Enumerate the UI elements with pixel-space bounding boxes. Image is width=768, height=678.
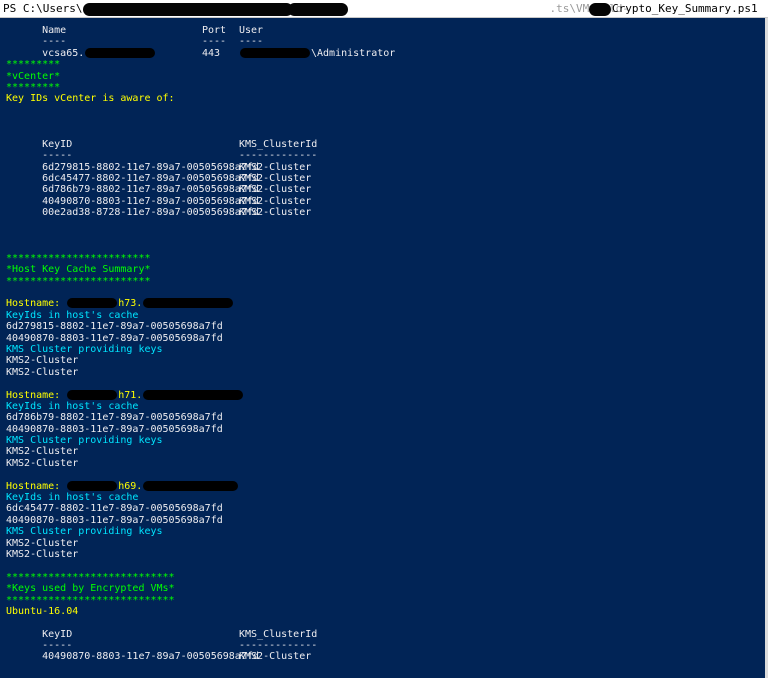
- table-row: 00e2ad38-8728-11e7-89a7-00505698a7fd KMS…: [6, 207, 768, 218]
- keyids-label: KeyIds in host's cache: [6, 400, 139, 412]
- host-cache-banner-top: ************************: [6, 252, 151, 264]
- redaction-mark: [85, 47, 156, 58]
- table-row: 6d786b79-8802-11e7-89a7-00505698a7fd KMS…: [6, 184, 768, 195]
- list-item: 40490870-8803-11e7-89a7-00505698a7fd: [6, 514, 223, 526]
- user-suffix: \Administrator: [311, 47, 396, 59]
- table-row: 40490870-8803-11e7-89a7-00505698a7fd KMS…: [6, 196, 768, 207]
- vcenter-banner-top: *********: [6, 59, 61, 71]
- encrypted-vms-banner-top: ****************************: [6, 571, 175, 583]
- underline: -----: [42, 150, 73, 162]
- col-header-keyid: KeyID: [42, 628, 73, 640]
- redaction-mark: [143, 298, 234, 309]
- vcenter-banner-bottom: *********: [6, 81, 61, 93]
- hostname-fragment: h73.: [118, 298, 143, 310]
- redaction-mark: [67, 298, 118, 309]
- cluster-id: KMS2-Cluster: [239, 207, 312, 219]
- cluster-id: KMS2-Cluster: [239, 161, 312, 173]
- keyids-label: KeyIds in host's cache: [6, 309, 139, 321]
- underline: ----: [42, 36, 67, 48]
- hostname-line: Hostname: h69.: [6, 480, 768, 492]
- list-item: 6d786b79-8802-11e7-89a7-00505698a7fd: [6, 412, 223, 424]
- vcenter-keys-header-row: KeyID KMS_ClusterId: [6, 139, 768, 150]
- encrypted-vms-banner-bottom: ****************************: [6, 594, 175, 606]
- vm-name: Ubuntu-16.04: [6, 605, 79, 617]
- redaction-mark: [83, 2, 294, 16]
- redaction-mark: [67, 480, 118, 491]
- table-row: 6dc45477-8802-11e7-89a7-00505698a7fd KMS…: [6, 173, 768, 184]
- keyids-label: KeyIds in host's cache: [6, 492, 139, 504]
- underline: ----: [202, 36, 227, 48]
- connection-row: vcsa65. 443 \Administrator: [6, 47, 768, 59]
- server-name: vcsa65.: [42, 47, 156, 59]
- list-item: KMS2-Cluster: [6, 355, 79, 367]
- redaction-mark: [588, 2, 611, 16]
- kms-label: KMS Cluster providing keys: [6, 526, 163, 538]
- list-item: KMS2-Cluster: [6, 446, 79, 458]
- console-output[interactable]: Name Port User ---- ---- ---- vcsa65. 44…: [6, 25, 768, 663]
- key-id: 40490870-8803-11e7-89a7-00505698a7fd: [42, 195, 259, 207]
- cluster-id: KMS2-Cluster: [239, 173, 312, 185]
- hostname-line: Hostname: h71.: [6, 389, 768, 401]
- underline: -----: [42, 640, 73, 652]
- list-item: KMS2-Cluster: [6, 537, 79, 549]
- list-item: KMS2-Cluster: [6, 366, 79, 378]
- col-header-user: User: [239, 25, 264, 36]
- vcenter-keys-heading: Key IDs vCenter is aware of:: [6, 93, 175, 105]
- key-id: 6d786b79-8802-11e7-89a7-00505698a7fd: [42, 184, 259, 196]
- key-id: 6d279815-8802-11e7-89a7-00505698a7fd: [42, 161, 259, 173]
- col-header-cluster: KMS_ClusterId: [239, 138, 318, 150]
- title-path-prefix: PS C:\Users\: [3, 2, 83, 15]
- host-cache-banner-bottom: ************************: [6, 275, 151, 287]
- table-row: 6d279815-8802-11e7-89a7-00505698a7fd KMS…: [6, 162, 768, 173]
- col-header-port: Port: [202, 25, 227, 36]
- host-cache-banner-title: *Host Key Cache Summary*: [6, 264, 151, 276]
- list-item: 40490870-8803-11e7-89a7-00505698a7fd: [6, 332, 223, 344]
- port-value: 443: [202, 47, 221, 59]
- list-item: 40490870-8803-11e7-89a7-00505698a7fd: [6, 423, 223, 435]
- window-title-bar[interactable]: PS C:\Users\.ts\VMworld-Crypto_Key_Summa…: [0, 0, 768, 18]
- list-item: 6d279815-8802-11e7-89a7-00505698a7fd: [6, 321, 223, 333]
- title-script-name: Crypto_Key_Summary.ps1: [611, 2, 758, 15]
- col-header-cluster: KMS_ClusterId: [239, 628, 318, 640]
- hostname-label: Hostname:: [6, 298, 61, 310]
- list-item: KMS2-Cluster: [6, 548, 79, 560]
- vcenter-banner-title: *vCenter*: [6, 70, 61, 82]
- col-header-name: Name: [42, 25, 67, 36]
- vm-keys-underline-row: ----- -------------: [6, 640, 768, 651]
- cluster-id: KMS2-Cluster: [239, 195, 312, 207]
- redaction-mark: [288, 2, 349, 16]
- hostname-label: Hostname:: [6, 480, 61, 492]
- vcenter-keys-underline-row: ----- -------------: [6, 150, 768, 161]
- kms-label: KMS Cluster providing keys: [6, 343, 163, 355]
- redaction-mark: [67, 389, 118, 400]
- cluster-id: KMS2-Cluster: [239, 184, 312, 196]
- key-id: 00e2ad38-8728-11e7-89a7-00505698a7fd: [42, 207, 259, 219]
- powershell-window: PS C:\Users\.ts\VMworld-Crypto_Key_Summa…: [0, 0, 768, 678]
- encrypted-vms-banner-title: *Keys used by Encrypted VMs*: [6, 583, 175, 595]
- list-item: KMS2-Cluster: [6, 457, 79, 469]
- underline: -------------: [239, 640, 318, 652]
- underline: ----: [239, 36, 264, 48]
- connection-header-row: Name Port User: [6, 25, 768, 36]
- redaction-mark: [143, 389, 244, 400]
- key-id: 40490870-8803-11e7-89a7-00505698a7fd: [42, 651, 259, 663]
- redaction-mark: [143, 480, 239, 491]
- hostname-fragment: h69.: [118, 480, 143, 492]
- table-row: 40490870-8803-11e7-89a7-00505698a7fd KMS…: [6, 651, 768, 662]
- hostname-fragment: h71.: [118, 389, 143, 401]
- server-name-prefix: vcsa65.: [42, 47, 85, 59]
- vm-keys-header-row: KeyID KMS_ClusterId: [6, 629, 768, 640]
- hostname-line: Hostname: h73.: [6, 298, 768, 309]
- key-id: 6dc45477-8802-11e7-89a7-00505698a7fd: [42, 173, 259, 185]
- redaction-mark: [240, 47, 310, 58]
- list-item: 6dc45477-8802-11e7-89a7-00505698a7fd: [6, 503, 223, 515]
- kms-label: KMS Cluster providing keys: [6, 435, 163, 447]
- connection-underline-row: ---- ---- ----: [6, 36, 768, 47]
- col-header-keyid: KeyID: [42, 138, 73, 150]
- hostname-label: Hostname:: [6, 389, 61, 401]
- underline: -------------: [239, 150, 318, 162]
- user-value: \Administrator: [239, 47, 396, 59]
- cluster-id: KMS2-Cluster: [239, 651, 312, 663]
